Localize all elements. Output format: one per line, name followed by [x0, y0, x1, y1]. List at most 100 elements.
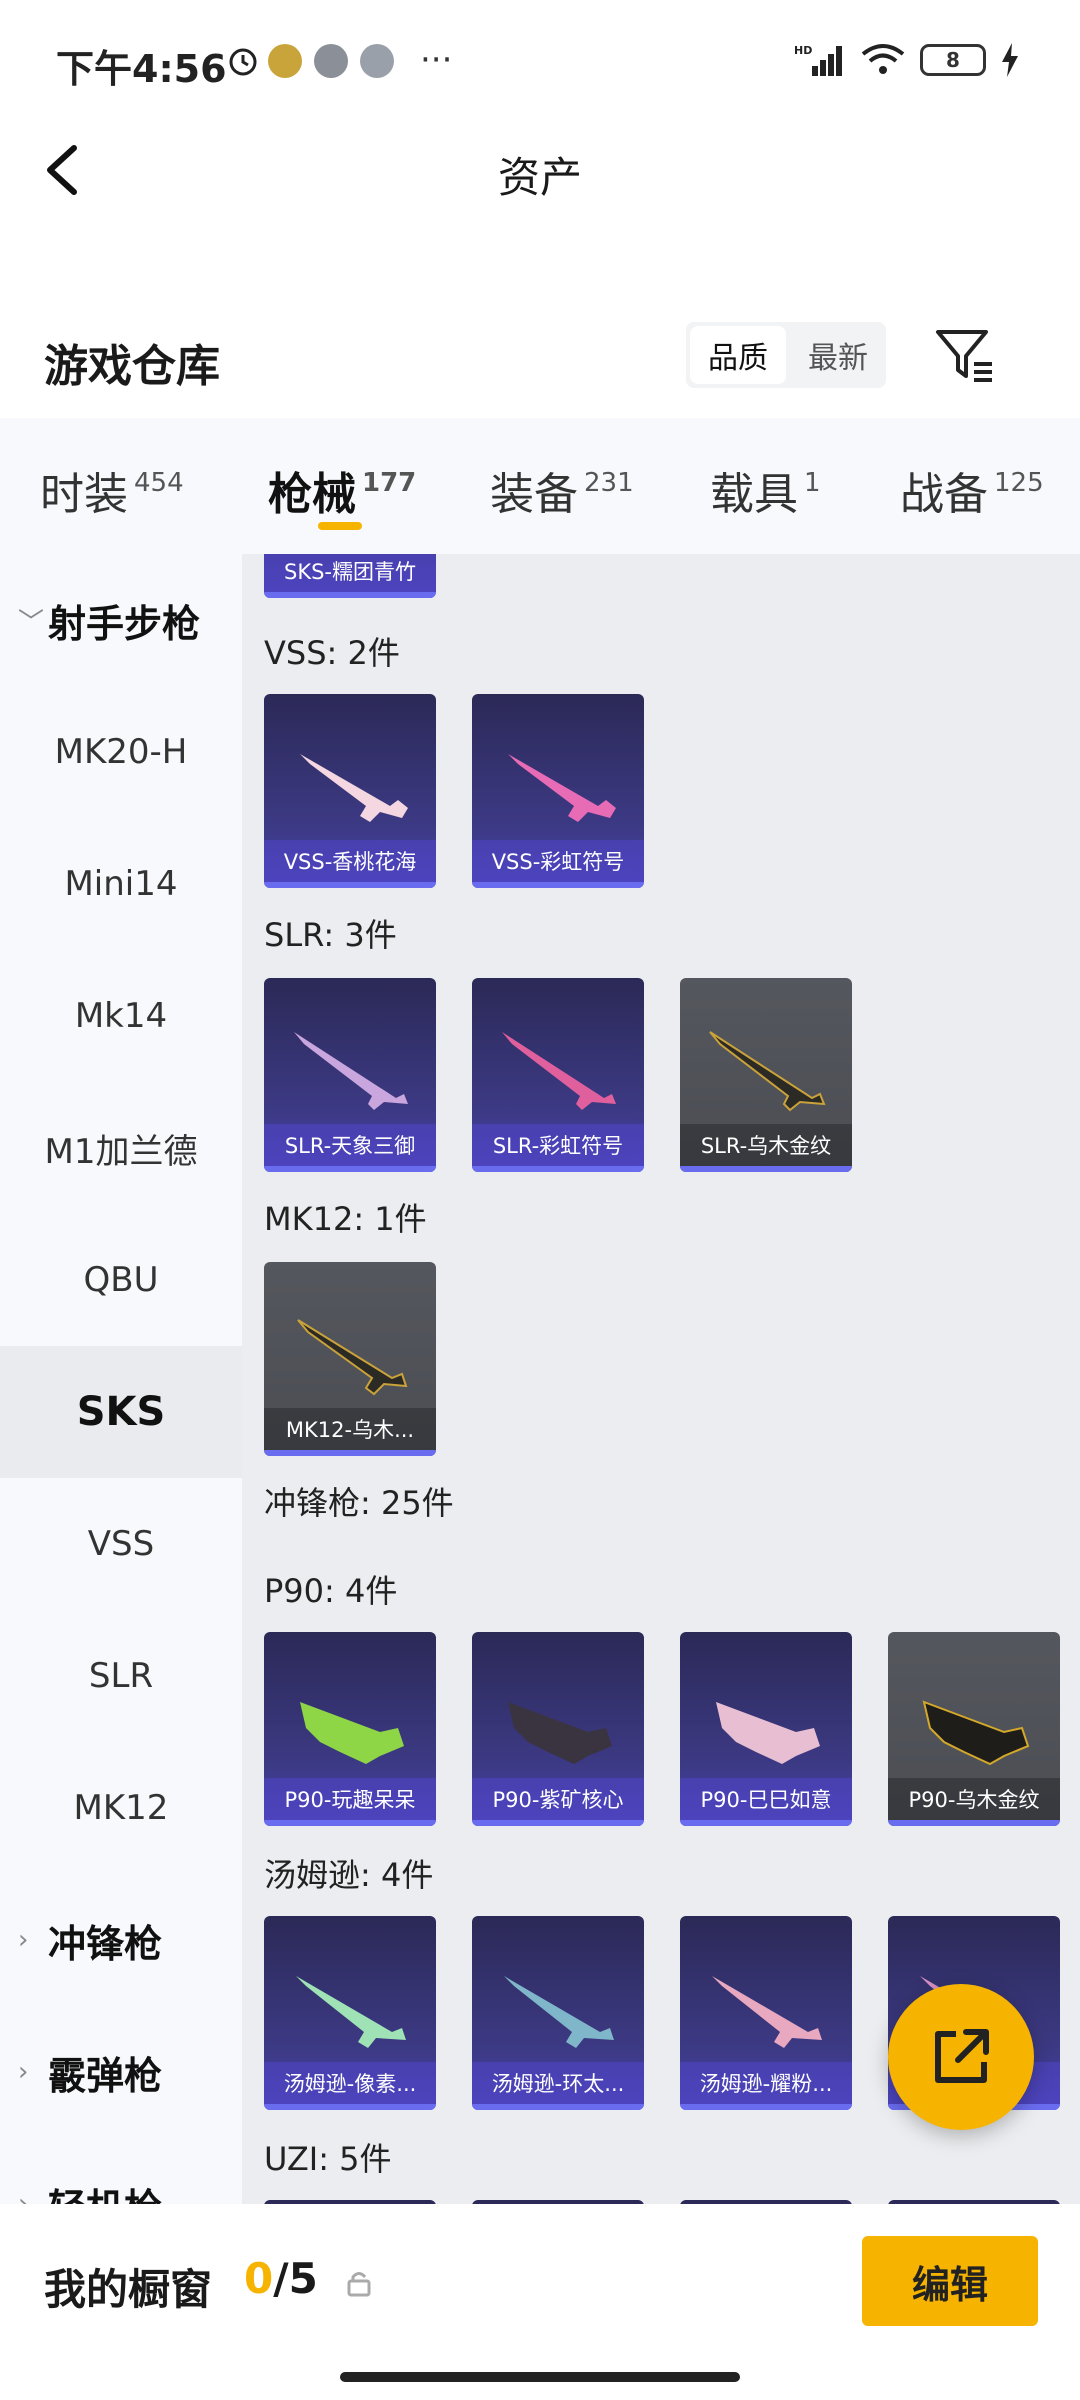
smg-skin-icon — [296, 1976, 406, 2048]
weapon-card[interactable]: SLR-彩虹符号 — [472, 978, 644, 1172]
weapon-card[interactable]: SLR-乌木金纹 — [680, 978, 852, 1172]
category-label: P90: 4件 — [264, 1572, 398, 1610]
tab-equipment[interactable]: 装备 231 — [490, 458, 634, 522]
sidebar-item-slr[interactable]: SLR — [0, 1610, 242, 1742]
bottom-bar: 我的橱窗 0/5 编辑 — [0, 2204, 1080, 2354]
category-label: UZI: 5件 — [264, 2140, 392, 2178]
sidebar-group-lmg[interactable]: ›轻机枪 — [0, 2138, 242, 2205]
card-label: P90-乌木金纹 — [888, 1778, 1060, 1820]
chevron-right-icon: › — [18, 2189, 29, 2204]
sidebar-group-smg[interactable]: › 冲锋枪 — [0, 1874, 242, 2006]
rifle-skin-icon — [297, 1319, 408, 1396]
card-label: 汤姆逊-环太... — [472, 2062, 644, 2104]
rarity-bar — [264, 2104, 436, 2110]
rarity-bar — [680, 1820, 852, 1826]
chevron-right-icon: › — [18, 1925, 29, 1955]
sidebar-item-vss[interactable]: VSS — [0, 1478, 242, 1610]
card-label: VSS-彩虹符号 — [472, 840, 644, 882]
card-label: 汤姆逊-耀粉... — [680, 2062, 852, 2104]
rarity-bar — [264, 1450, 436, 1456]
svg-text:HD: HD — [794, 44, 812, 57]
page-title: 资产 — [497, 153, 582, 202]
weapon-card[interactable]: VSS-香桃花海 — [264, 694, 436, 888]
category-label: 冲锋枪: 25件 — [264, 1484, 454, 1522]
rifle-skin-icon — [502, 1032, 616, 1110]
alarm-icon — [229, 48, 257, 76]
weapon-card[interactable]: P90-巳巳如意 — [680, 1632, 852, 1826]
weapon-card[interactable]: 汤姆逊-环太... — [472, 1916, 644, 2110]
tab-vehicles[interactable]: 载具 1 — [710, 458, 821, 522]
rarity-bar — [472, 2104, 644, 2110]
top-bar: 资产 — [0, 120, 1080, 220]
smg-skin-icon — [504, 1976, 614, 2048]
card-label: SLR-乌木金纹 — [680, 1124, 852, 1166]
rarity-bar — [264, 1820, 436, 1826]
card-label: VSS-香桃花海 — [264, 840, 436, 882]
category-tabs: 时装 454 枪械 177 装备 231 载具 1 战备 125 — [0, 418, 1080, 554]
category-label: SLR: 3件 — [264, 916, 397, 954]
sidebar-item-qbu[interactable]: QBU — [0, 1214, 242, 1346]
category-label: 汤姆逊: 4件 — [264, 1856, 434, 1894]
tab-supplies[interactable]: 战备 125 — [900, 458, 1044, 522]
category-label: VSS: 2件 — [264, 634, 400, 672]
rarity-bar — [264, 1166, 436, 1172]
status-right: HD 8 — [794, 40, 1020, 80]
home-indicator[interactable] — [340, 2372, 740, 2382]
section-header: 游戏仓库 品质 最新 — [0, 300, 1080, 410]
showcase-label: 我的橱窗 — [44, 2265, 213, 2314]
weapon-card[interactable]: P90-紫矿核心 — [472, 1632, 644, 1826]
rifle-skin-icon — [709, 1031, 826, 1112]
rifle-skin-icon — [508, 754, 616, 822]
share-button[interactable] — [888, 1984, 1034, 2130]
charging-icon — [1002, 43, 1018, 77]
sidebar-item-m1garand[interactable]: M1加兰德 — [0, 1082, 242, 1214]
status-time: 下午4:56 — [56, 47, 227, 91]
sort-quality-button[interactable]: 品质 — [690, 326, 786, 384]
card-label: P90-紫矿核心 — [472, 1778, 644, 1820]
weapon-sidebar: ﹀ 射手步枪 MK20-H Mini14 Mk14 M1加兰德 QBU SKS V… — [0, 554, 242, 2204]
sort-latest-button[interactable]: 最新 — [790, 322, 886, 388]
weapon-card[interactable]: 汤姆逊-耀粉... — [680, 1916, 852, 2110]
card-label: 汤姆逊-像素... — [264, 2062, 436, 2104]
sidebar-item-mk12[interactable]: MK12 — [0, 1742, 242, 1874]
active-tab-indicator — [318, 522, 362, 530]
sidebar-group-sniper[interactable]: ﹀ 射手步枪 — [0, 554, 242, 686]
sidebar-item-sks[interactable]: SKS — [0, 1346, 242, 1478]
smg-skin-icon — [922, 1700, 1030, 1766]
more-notifications-icon: ··· — [420, 40, 453, 80]
rarity-bar — [472, 1166, 644, 1172]
card-label: SLR-彩虹符号 — [472, 1124, 644, 1166]
sidebar-item-mk14[interactable]: Mk14 — [0, 950, 242, 1082]
sidebar-item-mini14[interactable]: Mini14 — [0, 818, 242, 950]
tab-fashion[interactable]: 时装 454 — [40, 458, 184, 522]
weapon-card[interactable]: SKS-糯团青竹 — [264, 554, 436, 598]
signal-icon: HD — [794, 44, 842, 76]
weapon-card[interactable]: P90-乌木金纹 — [888, 1632, 1060, 1826]
chevron-right-icon: › — [18, 2057, 29, 2087]
weapon-card[interactable]: MK12-乌木... — [264, 1262, 436, 1456]
weapon-card[interactable]: 汤姆逊-像素... — [264, 1916, 436, 2110]
card-label: SKS-糯团青竹 — [264, 554, 436, 592]
rarity-bar — [680, 1166, 852, 1172]
sidebar-group-shotgun[interactable]: › 霰弹枪 — [0, 2006, 242, 2138]
weapon-card[interactable]: VSS-彩虹符号 — [472, 694, 644, 888]
section-title: 游戏仓库 — [44, 341, 220, 392]
share-icon — [935, 2029, 989, 2083]
weapon-card[interactable]: P90-玩趣呆呆 — [264, 1632, 436, 1826]
filter-icon[interactable] — [930, 320, 1000, 390]
weapon-card[interactable]: SLR-天象三御 — [264, 978, 436, 1172]
battery-icon: 8 — [920, 44, 986, 76]
chevron-down-icon: ﹀ — [18, 607, 45, 638]
card-label: P90-巳巳如意 — [680, 1778, 852, 1820]
edit-button[interactable]: 编辑 — [862, 2236, 1038, 2326]
rarity-bar — [472, 882, 644, 888]
sidebar-item-mk20h[interactable]: MK20-H — [0, 686, 242, 818]
tab-firearms[interactable]: 枪械 177 — [268, 458, 416, 522]
rifle-skin-icon — [294, 1032, 408, 1110]
app-notification-icon — [360, 44, 394, 78]
sort-toggle: 品质 最新 — [686, 322, 886, 388]
status-bar: 下午4:56 ··· HD 8 — [0, 0, 1080, 120]
lock-icon — [347, 2272, 371, 2297]
rarity-bar — [264, 592, 436, 598]
wifi-icon — [861, 44, 905, 74]
